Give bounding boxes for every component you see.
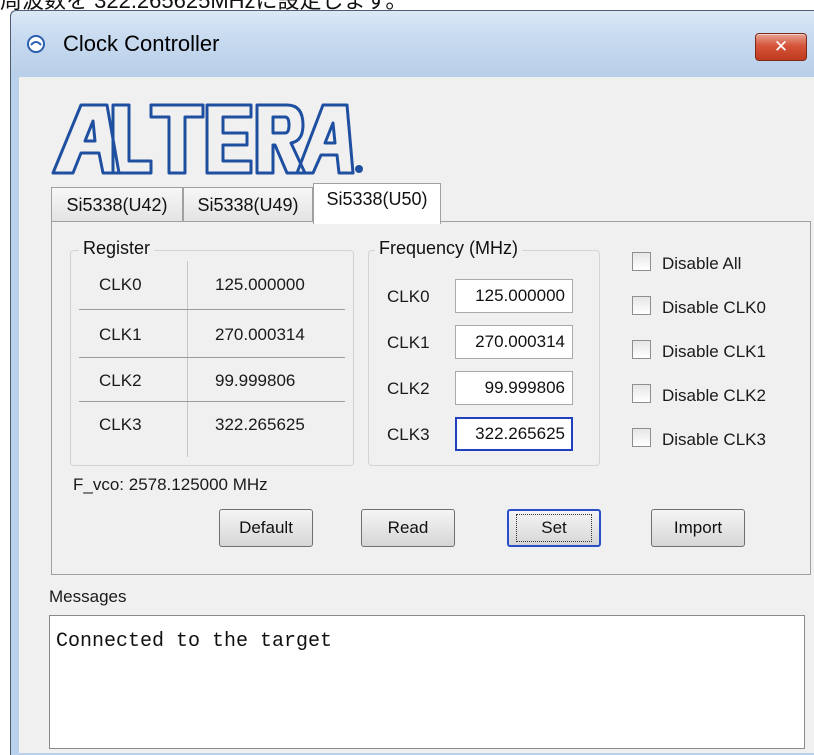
register-group-label: Register (79, 238, 155, 259)
register-clk3-value: 322.265625 (215, 415, 305, 434)
checkbox-box[interactable] (632, 384, 651, 403)
set-button[interactable]: Set (507, 509, 601, 547)
tab-si5338-u50[interactable]: Si5338(U50) (313, 183, 441, 224)
read-button[interactable]: Read (361, 509, 455, 547)
frequency-clk2-input[interactable]: 99.999806 (455, 371, 573, 405)
register-clk1-name: CLK1 (99, 325, 142, 344)
import-button[interactable]: Import (651, 509, 745, 547)
checkbox-box[interactable] (632, 296, 651, 315)
tab-si5338-u42[interactable]: Si5338(U42) (51, 187, 183, 222)
checkbox-label: Disable CLK2 (662, 386, 766, 405)
checkbox-label: Disable CLK0 (662, 298, 766, 317)
register-clk2-name: CLK2 (99, 371, 142, 390)
frequency-clk3-label: CLK3 (387, 425, 430, 444)
register-row-divider (79, 309, 345, 310)
fvco-readout: F_vco: 2578.125000 MHz (73, 475, 268, 494)
frequency-clk3-input[interactable]: 322.265625 (455, 417, 573, 451)
messages-textbox[interactable]: Connected to the target (49, 615, 805, 749)
frequency-group: Frequency (MHz) CLK0 125.000000 CLK1 270… (368, 238, 600, 466)
checkbox-box[interactable] (632, 252, 651, 271)
register-group: Register CLK0 125.000000 CLK1 270.000314… (70, 238, 354, 466)
register-row-divider (79, 357, 345, 358)
title-bar[interactable]: Clock Controller ✕ (11, 11, 814, 77)
register-clk3-name: CLK3 (99, 415, 142, 434)
frequency-clk0-label: CLK0 (387, 287, 430, 306)
window-title: Clock Controller (63, 31, 220, 56)
frequency-clk1-label: CLK1 (387, 333, 430, 352)
tab-si5338-u49[interactable]: Si5338(U49) (183, 187, 313, 222)
frequency-clk0-input[interactable]: 125.000000 (455, 279, 573, 313)
frequency-clk2-label: CLK2 (387, 379, 430, 398)
default-button[interactable]: Default (219, 509, 313, 547)
checkbox-box[interactable] (632, 340, 651, 359)
checkbox-box[interactable] (632, 428, 651, 447)
checkbox-label: Disable All (662, 254, 742, 273)
messages-label: Messages (49, 587, 127, 606)
checkbox-label: Disable CLK3 (662, 430, 766, 449)
frequency-group-label: Frequency (MHz) (375, 238, 523, 259)
set-button-label: Set (516, 514, 592, 542)
register-clk0-value: 125.000000 (215, 275, 305, 294)
window-client-area: Si5338(U42) Si5338(U49) Si5338(U50) Regi… (19, 77, 814, 753)
frequency-clk1-input[interactable]: 270.000314 (455, 325, 573, 359)
register-clk1-value: 270.000314 (215, 325, 305, 344)
register-column-divider (187, 261, 188, 457)
clock-app-icon (27, 35, 45, 53)
register-clk2-value: 99.999806 (215, 371, 296, 390)
clock-controller-window: Clock Controller ✕ Si5338(U42) Si5338(U4… (10, 10, 814, 755)
altera-logo (51, 103, 363, 175)
close-button[interactable]: ✕ (755, 33, 807, 61)
checkbox-label: Disable CLK1 (662, 342, 766, 361)
register-row-divider (79, 401, 345, 402)
register-clk0-name: CLK0 (99, 275, 142, 294)
